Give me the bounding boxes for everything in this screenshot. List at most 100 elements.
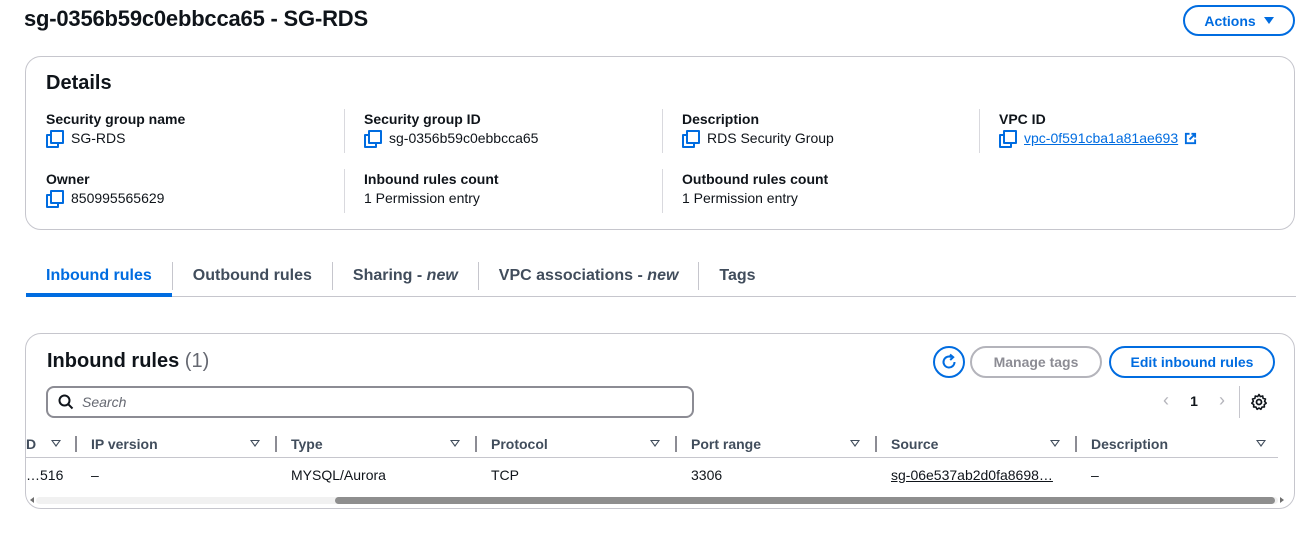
sort-icon[interactable] — [1256, 440, 1266, 447]
column-header-type[interactable]: Type — [291, 430, 323, 458]
column-header-protocol[interactable]: Protocol — [491, 430, 548, 458]
tab-label: VPC associations - — [498, 267, 648, 284]
scrollbar-thumb[interactable] — [335, 497, 1275, 504]
security-group-id-value: sg-0356b59c0ebbcca65 — [389, 130, 539, 146]
column-divider — [662, 169, 663, 213]
column-header-description[interactable]: Description — [1091, 430, 1168, 458]
column-resizer[interactable] — [275, 436, 277, 452]
column-header-label: Protocol — [491, 436, 548, 452]
description-value: RDS Security Group — [707, 130, 834, 146]
new-badge: new — [647, 267, 679, 284]
details-card: Details Security group name SG-RDS Secur… — [25, 56, 1295, 230]
sort-icon[interactable] — [1050, 440, 1060, 447]
current-page-number[interactable]: 1 — [1180, 393, 1208, 409]
column-header-label: D — [26, 436, 37, 452]
inbound-rules-heading: Inbound rules — [47, 350, 180, 372]
cell-protocol: TCP — [491, 467, 519, 483]
column-resizer[interactable] — [1075, 436, 1077, 452]
search-input[interactable]: Search — [46, 386, 694, 418]
copy-icon[interactable] — [999, 130, 1017, 148]
copy-icon[interactable] — [364, 130, 382, 148]
column-divider — [344, 169, 345, 213]
caret-down-icon — [1263, 17, 1274, 24]
field-label: Owner — [46, 171, 90, 187]
field-value-row: 1 Permission entry — [682, 190, 828, 206]
table-row: …516 – MYSQL/Aurora TCP 3306 sg-06e537ab… — [26, 458, 1278, 492]
field-label: Outbound rules count — [682, 171, 829, 187]
cell-source-link[interactable]: sg-06e537ab2d0fa8698… — [891, 458, 1053, 492]
table-header: D IP version Type Protocol Port range So… — [26, 430, 1278, 458]
column-header-label: Source — [891, 436, 939, 452]
scroll-left-arrow[interactable] — [30, 497, 34, 503]
copy-icon[interactable] — [46, 190, 64, 208]
sort-icon[interactable] — [850, 440, 860, 447]
cell-type: MYSQL/Aurora — [291, 467, 386, 483]
field-label: Inbound rules count — [364, 171, 499, 187]
field-inbound-rules-count: Inbound rules count 1 Permission entry — [364, 171, 499, 206]
field-security-group-name: Security group name SG-RDS — [46, 111, 186, 148]
inbound-rules-title: Inbound rules (1) — [47, 350, 209, 373]
column-divider — [662, 109, 663, 153]
tab-vpc-associations[interactable]: VPC associations - new — [479, 256, 699, 296]
security-group-name-value: SG-RDS — [71, 130, 126, 146]
field-value-row: SG-RDS — [46, 130, 185, 148]
page-title: sg-0356b59c0ebbcca65 - SG-RDS — [24, 6, 368, 31]
field-value-row: 850995565629 — [46, 190, 164, 208]
cell-port-range: 3306 — [691, 467, 723, 483]
field-label: VPC ID — [999, 111, 1046, 127]
edit-inbound-rules-button[interactable]: Edit inbound rules — [1109, 346, 1275, 378]
previous-page-icon[interactable]: ‹ — [1152, 390, 1180, 411]
refresh-icon — [942, 353, 956, 369]
refresh-button[interactable] — [933, 346, 965, 378]
cell-rule-id: …516 — [26, 467, 64, 483]
field-label: Description — [682, 111, 760, 127]
column-header-source[interactable]: Source — [891, 430, 938, 458]
field-outbound-rules-count: Outbound rules count 1 Permission entry — [682, 171, 828, 206]
tab-label: Sharing - — [352, 267, 427, 284]
scroll-right-arrow[interactable] — [1280, 497, 1284, 503]
copy-icon[interactable] — [682, 130, 700, 148]
pagination: ‹ 1 › — [1152, 390, 1236, 411]
field-label: Security group name — [46, 111, 186, 127]
actions-button[interactable]: Actions — [1183, 5, 1295, 36]
actions-label: Actions — [1204, 12, 1256, 29]
field-owner: Owner 850995565629 — [46, 171, 164, 208]
column-resizer[interactable] — [475, 436, 477, 452]
field-description: Description RDS Security Group — [682, 111, 834, 148]
field-label: Security group ID — [364, 111, 481, 127]
next-page-icon[interactable]: › — [1208, 390, 1236, 411]
outbound-rules-count-value: 1 Permission entry — [682, 190, 798, 206]
column-header-port-range[interactable]: Port range — [691, 430, 761, 458]
tab-sharing[interactable]: Sharing - new — [333, 256, 478, 296]
sort-icon[interactable] — [650, 440, 660, 447]
vpc-id-link[interactable]: vpc-0f591cba1a81ae693 — [1024, 130, 1178, 146]
column-resizer[interactable] — [875, 436, 877, 452]
field-vpc-id: VPC ID vpc-0f591cba1a81ae693 — [999, 111, 1197, 148]
tab-outbound-rules[interactable]: Outbound rules — [173, 256, 332, 296]
field-security-group-id: Security group ID sg-0356b59c0ebbcca65 — [364, 111, 539, 148]
inbound-rules-count-value: 1 Permission entry — [364, 190, 480, 206]
column-resizer[interactable] — [675, 436, 677, 452]
column-header-ip-version[interactable]: IP version — [91, 430, 158, 458]
sort-icon[interactable] — [450, 440, 460, 447]
column-header-label: Type — [291, 436, 323, 452]
search-icon — [58, 394, 74, 410]
copy-icon[interactable] — [46, 130, 64, 148]
inbound-rules-count: (1) — [184, 350, 210, 372]
tab-inbound-rules[interactable]: Inbound rules — [26, 256, 172, 297]
tab-label: Outbound rules — [192, 267, 312, 284]
field-value-row: sg-0356b59c0ebbcca65 — [364, 130, 539, 148]
tab-bar: Inbound rules Outbound rules Sharing - n… — [26, 256, 1296, 297]
tab-tags[interactable]: Tags — [699, 256, 775, 296]
horizontal-scrollbar[interactable] — [30, 495, 1284, 505]
field-value-row: RDS Security Group — [682, 130, 834, 148]
cell-description: – — [1091, 467, 1099, 483]
sort-icon[interactable] — [250, 440, 260, 447]
tab-label: Tags — [719, 267, 756, 284]
gear-icon[interactable] — [1250, 393, 1268, 411]
external-link-icon[interactable] — [1184, 132, 1197, 145]
column-resizer[interactable] — [75, 436, 77, 452]
column-header-id[interactable]: D — [26, 430, 36, 458]
manage-tags-button[interactable]: Manage tags — [970, 346, 1102, 378]
sort-icon[interactable] — [51, 440, 61, 447]
